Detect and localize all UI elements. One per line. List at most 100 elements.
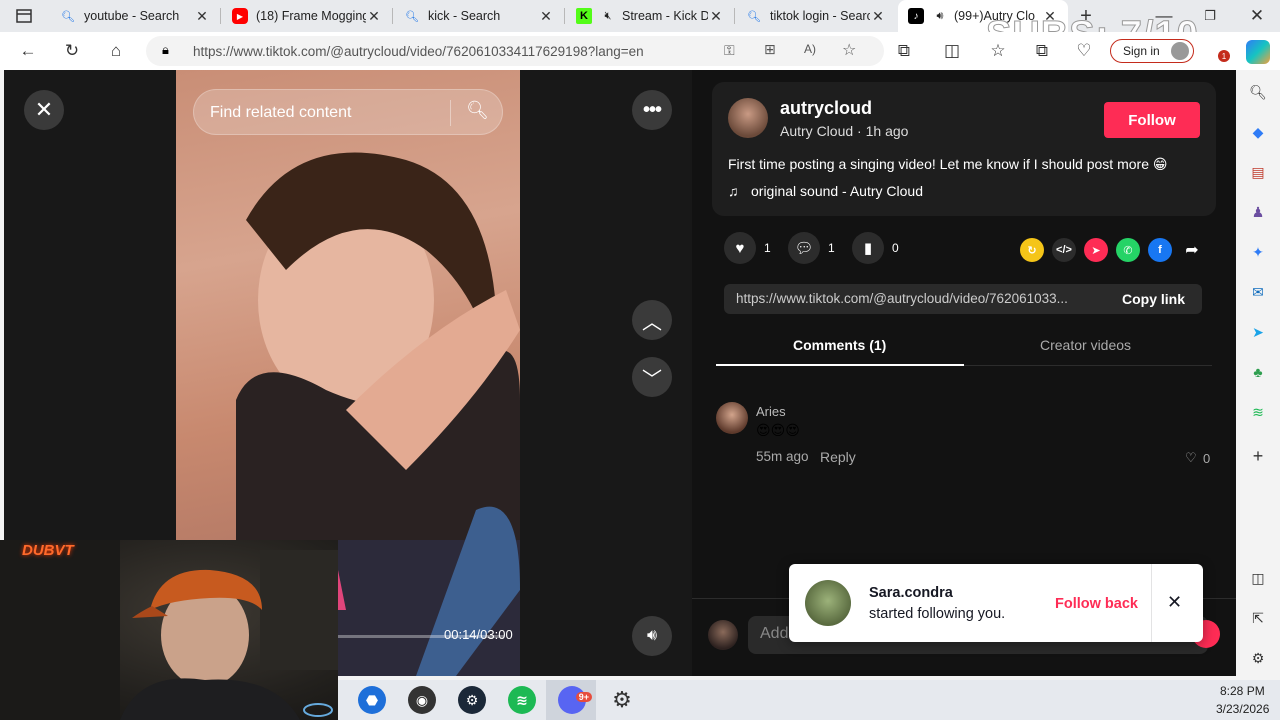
back-icon[interactable]: ← <box>16 40 40 62</box>
close-tab-icon[interactable]: ✕ <box>870 8 886 24</box>
apps-icon[interactable]: ⊞ <box>764 41 776 58</box>
close-toast-icon[interactable]: ✕ <box>1167 592 1182 613</box>
repost-icon[interactable]: ↻ <box>1020 238 1044 262</box>
more-options-button[interactable]: ••• <box>632 90 672 130</box>
follow-button[interactable]: Follow <box>1104 102 1200 138</box>
browser-tab-frame-mogging[interactable]: ▶ (18) Frame Mogging ✕ <box>222 0 392 32</box>
reply-button[interactable]: Reply <box>820 449 856 465</box>
clock-time: 8:28 PM <box>1220 684 1265 698</box>
commenter-name[interactable]: Aries <box>756 404 786 419</box>
obs-icon[interactable]: ◉ <box>408 686 436 714</box>
spotify-sidebar-icon[interactable]: ≋ <box>1248 402 1268 422</box>
address-bar[interactable]: 🔒︎ https://www.tiktok.com/@autrycloud/vi… <box>146 36 884 66</box>
next-video-button[interactable]: ﹀ <box>632 357 672 397</box>
speaker-icon[interactable]: 🔊︎ <box>932 8 948 24</box>
volume-button[interactable]: 🔊︎ <box>632 616 672 656</box>
comment-like-icon[interactable]: ♡ <box>1185 450 1197 466</box>
url-text[interactable]: https://www.tiktok.com/@autrycloud/video… <box>193 44 644 59</box>
search-placeholder: Find related content <box>210 104 352 121</box>
settings-gear-icon[interactable]: ⚙ <box>608 686 636 714</box>
bookmark-icon[interactable]: ▮ <box>852 232 884 264</box>
send-icon[interactable]: ➤ <box>1084 238 1108 262</box>
browser-tab-youtube-search[interactable]: 🔍︎ youtube - Search ✕ <box>50 0 220 32</box>
comment-action[interactable]: 💬︎ 1 <box>788 232 835 264</box>
more-icon: ••• <box>642 98 662 121</box>
close-window-icon[interactable]: ✕ <box>1245 5 1269 27</box>
sign-in-button[interactable]: Sign in <box>1110 39 1194 63</box>
tools-icon[interactable]: ▤ <box>1248 162 1268 182</box>
search-icon[interactable]: 🔍︎ <box>466 100 489 121</box>
restore-icon[interactable]: ❐ <box>1198 5 1222 27</box>
browser-tab-kick-search[interactable]: 🔍︎ kick - Search ✕ <box>394 0 564 32</box>
tab-title: (18) Frame Mogging <box>256 9 366 23</box>
steam-icon[interactable]: ⚙ <box>458 686 486 714</box>
browser-toolbar: ← ↻ ⌂ 🔒︎ https://www.tiktok.com/@autrycl… <box>0 32 1280 70</box>
search-icon[interactable]: 🔍︎ <box>1248 82 1268 102</box>
commenter-avatar[interactable] <box>716 402 748 434</box>
minimize-icon[interactable]: — <box>1152 5 1176 27</box>
close-tab-icon[interactable]: ✕ <box>538 8 554 24</box>
games-icon[interactable]: ♟ <box>1248 202 1268 222</box>
send-feedback-icon[interactable]: ➤ <box>1248 322 1268 342</box>
app-icon-blue[interactable]: ⬣ <box>358 686 386 714</box>
open-external-icon[interactable]: ⇱ <box>1248 608 1268 628</box>
home-icon[interactable]: ⌂ <box>104 40 128 62</box>
creator-avatar[interactable] <box>728 98 768 138</box>
heart-icon[interactable]: ♥ <box>724 232 756 264</box>
tree-icon[interactable]: ♣ <box>1248 362 1268 382</box>
browser-tab-kick-stream[interactable]: K 🔇︎ Stream - Kick D ✕ <box>566 0 734 32</box>
favorite-star-icon[interactable]: ☆ <box>842 40 856 60</box>
tab-comments[interactable]: Comments (1) <box>793 337 886 353</box>
key-icon[interactable]: ⚿ <box>724 42 735 59</box>
tab-creator-videos[interactable]: Creator videos <box>1040 337 1131 353</box>
outlook-icon[interactable]: ✉ <box>1248 282 1268 302</box>
copy-link-button[interactable]: Copy link <box>1122 291 1185 307</box>
shopping-tag-icon[interactable]: ◆ <box>1248 122 1268 142</box>
spotify-icon[interactable]: ≋ <box>508 686 536 714</box>
extensions-icon[interactable]: ⧉ <box>892 40 916 62</box>
post-link-text[interactable]: https://www.tiktok.com/@autrycloud/video… <box>736 291 1068 306</box>
add-sidebar-icon[interactable]: + <box>1248 446 1268 466</box>
favorites-icon[interactable]: ☆ <box>986 40 1010 62</box>
follower-avatar[interactable] <box>805 580 851 626</box>
split-screen-icon[interactable]: ◫ <box>940 40 964 62</box>
notification-badge: 1 <box>1218 50 1230 62</box>
whatsapp-icon[interactable]: ✆ <box>1116 238 1140 262</box>
embed-icon[interactable]: </> <box>1052 238 1076 262</box>
browser-tab-tiktok-login-search[interactable]: 🔍︎ tiktok login - Search ✕ <box>736 0 896 32</box>
toast-message: started following you. <box>869 606 1006 622</box>
read-aloud-icon[interactable]: A) <box>804 42 816 56</box>
close-video-button[interactable]: ✕ <box>24 90 64 130</box>
copilot-sidebar-icon[interactable]: ✦ <box>1248 242 1268 262</box>
sidebar-toggle-icon[interactable]: ◫ <box>1248 568 1268 588</box>
search-icon: 🔍︎ <box>61 10 75 23</box>
follow-back-button[interactable]: Follow back <box>1055 596 1138 612</box>
collections-icon[interactable]: ⧉ <box>1030 40 1054 62</box>
discord-icon[interactable]: 9+ <box>558 686 592 714</box>
browser-essentials-icon[interactable]: ♡ <box>1072 40 1096 62</box>
tiktok-icon: ♪ <box>908 8 924 24</box>
like-count: 1 <box>764 241 771 255</box>
like-action[interactable]: ♥ 1 <box>724 232 771 264</box>
muted-speaker-icon[interactable]: 🔇︎ <box>600 8 616 24</box>
lock-icon[interactable]: 🔒︎ <box>162 42 169 58</box>
previous-video-button[interactable]: ︿ <box>632 300 672 340</box>
add-comment-placeholder: Add <box>760 625 789 642</box>
streamer-webcam-overlay: DUBVT <box>0 540 338 720</box>
find-related-search[interactable]: Find related content 🔍︎ <box>193 89 503 135</box>
close-tab-icon[interactable]: ✕ <box>366 8 382 24</box>
post-age: 1h ago <box>865 123 909 139</box>
settings-icon[interactable]: ⚙ <box>1248 648 1268 668</box>
refresh-icon[interactable]: ↻ <box>60 40 84 62</box>
close-tab-icon[interactable]: ✕ <box>194 8 210 24</box>
follower-name[interactable]: Sara.condra <box>869 585 953 601</box>
copilot-icon[interactable] <box>1246 40 1270 64</box>
close-tab-icon[interactable]: ✕ <box>708 8 724 24</box>
save-action[interactable]: ▮ 0 <box>852 232 899 264</box>
facebook-icon[interactable]: f <box>1148 238 1172 262</box>
tab-actions-icon[interactable] <box>12 5 36 27</box>
sound-link[interactable]: original sound - Autry Cloud <box>751 183 923 199</box>
creator-username[interactable]: autrycloud <box>780 98 872 119</box>
comment-icon[interactable]: 💬︎ <box>788 232 820 264</box>
share-arrow-icon[interactable]: ➦ <box>1180 238 1204 262</box>
